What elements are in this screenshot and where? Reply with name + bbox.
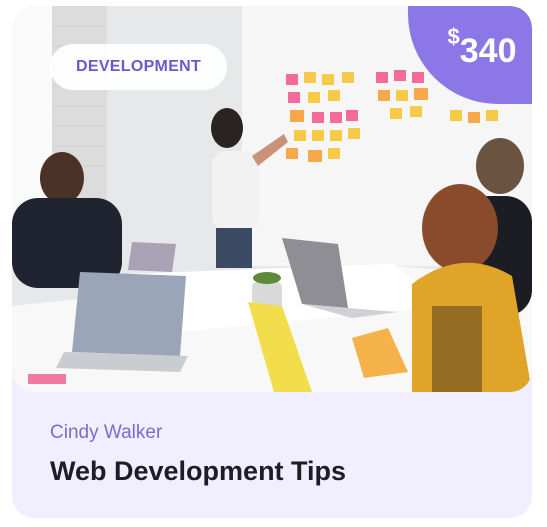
category-label: DEVELOPMENT bbox=[76, 58, 202, 75]
category-badge[interactable]: DEVELOPMENT bbox=[50, 44, 228, 90]
course-title[interactable]: Web Development Tips bbox=[50, 456, 346, 487]
price-currency: $ bbox=[447, 24, 460, 49]
course-card[interactable]: DEVELOPMENT $ 340 Cindy Walker Web Devel… bbox=[12, 6, 532, 518]
course-photo[interactable]: DEVELOPMENT $ 340 bbox=[12, 6, 532, 392]
author-name[interactable]: Cindy Walker bbox=[50, 422, 162, 444]
price-amount: 340 bbox=[459, 31, 517, 70]
